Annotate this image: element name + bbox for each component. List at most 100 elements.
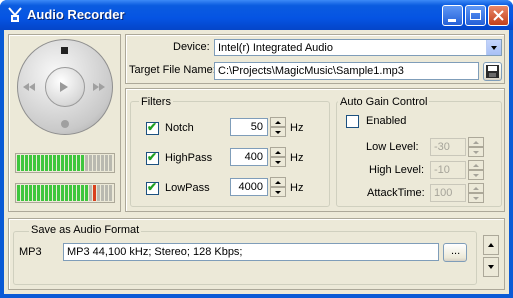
- checkmark-icon: ✔: [147, 150, 158, 164]
- meter-segment: [37, 155, 40, 171]
- minimize-button[interactable]: [442, 5, 463, 26]
- meter-segment: [77, 185, 80, 201]
- format-scroll-up-button[interactable]: [483, 235, 499, 255]
- meter-segment: [17, 185, 20, 201]
- meter-segment: [29, 185, 32, 201]
- play-icon: [60, 82, 68, 92]
- save-file-button[interactable]: [483, 62, 502, 81]
- spin-down-button[interactable]: [468, 170, 484, 180]
- caret-up-icon: [473, 164, 479, 167]
- caret-down-icon: [275, 131, 281, 134]
- highpass-checkbox[interactable]: ✔: [146, 150, 159, 165]
- agc-enabled-checkbox[interactable]: [346, 115, 359, 128]
- meter-segment: [81, 185, 84, 201]
- meter-segment: [41, 155, 44, 171]
- format-description: MP3 44,100 kHz; Stereo; 128 Kbps;: [67, 246, 243, 258]
- spin-up-button[interactable]: [270, 147, 286, 157]
- notch-value: 50: [250, 121, 263, 133]
- meter-segment: [65, 185, 68, 201]
- meter-segment: [53, 185, 56, 201]
- record-button[interactable]: [55, 117, 75, 133]
- close-button[interactable]: [488, 5, 509, 26]
- spin-up-button[interactable]: [468, 183, 484, 193]
- meter-segment: [85, 155, 88, 171]
- low-level-input[interactable]: -30: [430, 138, 466, 156]
- caret-up-icon: [275, 181, 281, 184]
- spin-down-button[interactable]: [270, 127, 286, 137]
- spin-down-button[interactable]: [468, 147, 484, 157]
- spin-up-button[interactable]: [270, 117, 286, 127]
- dropdown-button[interactable]: [486, 40, 501, 55]
- lowpass-unit: Hz: [290, 182, 304, 194]
- target-file-input[interactable]: C:\Projects\MagicMusic\Sample1.mp3: [214, 62, 479, 80]
- format-description-field[interactable]: MP3 44,100 kHz; Stereo; 128 Kbps;: [63, 243, 439, 261]
- high-level-value: -10: [434, 164, 450, 176]
- target-file-value: C:\Projects\MagicMusic\Sample1.mp3: [218, 65, 404, 77]
- app-icon[interactable]: [6, 6, 24, 24]
- attack-time-input[interactable]: 100: [430, 184, 466, 202]
- caret-down-icon: [473, 151, 479, 154]
- meter-segment: [65, 155, 68, 171]
- fast-forward-button[interactable]: [89, 79, 109, 95]
- meter-segment: [109, 155, 112, 171]
- spin-down-button[interactable]: [468, 193, 484, 203]
- spin-down-button[interactable]: [270, 157, 286, 167]
- notch-checkbox[interactable]: ✔: [146, 120, 159, 135]
- attack-time-label: AttackTime:: [367, 187, 425, 199]
- play-button[interactable]: [45, 67, 85, 107]
- caret-up-icon: [275, 121, 281, 124]
- spin-up-button[interactable]: [468, 137, 484, 147]
- agc-enabled-label: Enabled: [366, 115, 407, 127]
- level-meter-right: [15, 183, 115, 203]
- spin-up-button[interactable]: [270, 177, 286, 187]
- device-panel: Device: Intel(r) Integrated Audio Target…: [125, 34, 505, 84]
- caret-up-icon: [488, 243, 494, 247]
- meter-segment: [29, 155, 32, 171]
- stop-icon: [61, 47, 68, 54]
- caret-up-icon: [473, 141, 479, 144]
- attack-time-spinner[interactable]: [468, 183, 484, 203]
- notch-input[interactable]: 50: [230, 118, 268, 136]
- title-bar[interactable]: Audio Recorder: [0, 0, 513, 30]
- caret-down-icon: [473, 197, 479, 200]
- lowpass-spinner[interactable]: [270, 177, 286, 197]
- lowpass-checkbox[interactable]: ✔: [146, 180, 159, 195]
- record-icon: [61, 120, 69, 128]
- floppy-disk-icon: [486, 65, 499, 78]
- meter-segment: [73, 155, 76, 171]
- device-label: Device:: [173, 41, 210, 53]
- caret-down-icon: [275, 191, 281, 194]
- notch-spinner[interactable]: [270, 117, 286, 137]
- high-level-input[interactable]: -10: [430, 161, 466, 179]
- meter-segment: [17, 155, 20, 171]
- app-window: Audio Recorder Device: Intel(r) Integrat…: [0, 0, 513, 298]
- highpass-input[interactable]: 400: [230, 148, 268, 166]
- rewind-button[interactable]: [21, 79, 41, 95]
- meter-segment: [21, 155, 24, 171]
- meter-segment: [33, 185, 36, 201]
- maximize-button[interactable]: [465, 5, 486, 26]
- window-title: Audio Recorder: [27, 7, 125, 22]
- spin-down-button[interactable]: [270, 187, 286, 197]
- format-panel: Save as Audio Format MP3 MP3 44,100 kHz;…: [8, 218, 505, 290]
- notch-label: Notch: [165, 122, 194, 134]
- target-file-label: Target File Name:: [129, 64, 216, 76]
- highpass-spinner[interactable]: [270, 147, 286, 167]
- high-level-spinner[interactable]: [468, 160, 484, 180]
- spin-up-button[interactable]: [468, 160, 484, 170]
- browse-format-button[interactable]: ...: [443, 243, 467, 262]
- device-value: Intel(r) Integrated Audio: [218, 42, 333, 54]
- stop-button[interactable]: [55, 43, 75, 59]
- meter-segment: [69, 155, 72, 171]
- lowpass-input[interactable]: 4000: [230, 178, 268, 196]
- meter-segment: [41, 185, 44, 201]
- caret-down-icon: [275, 161, 281, 164]
- meter-segment: [53, 155, 56, 171]
- meter-segment: [101, 185, 104, 201]
- meter-segment: [45, 155, 48, 171]
- format-scroll-down-button[interactable]: [483, 257, 499, 277]
- device-select[interactable]: Intel(r) Integrated Audio: [214, 39, 502, 56]
- high-level-label: High Level:: [369, 164, 425, 176]
- meter-segment: [73, 185, 76, 201]
- low-level-spinner[interactable]: [468, 137, 484, 157]
